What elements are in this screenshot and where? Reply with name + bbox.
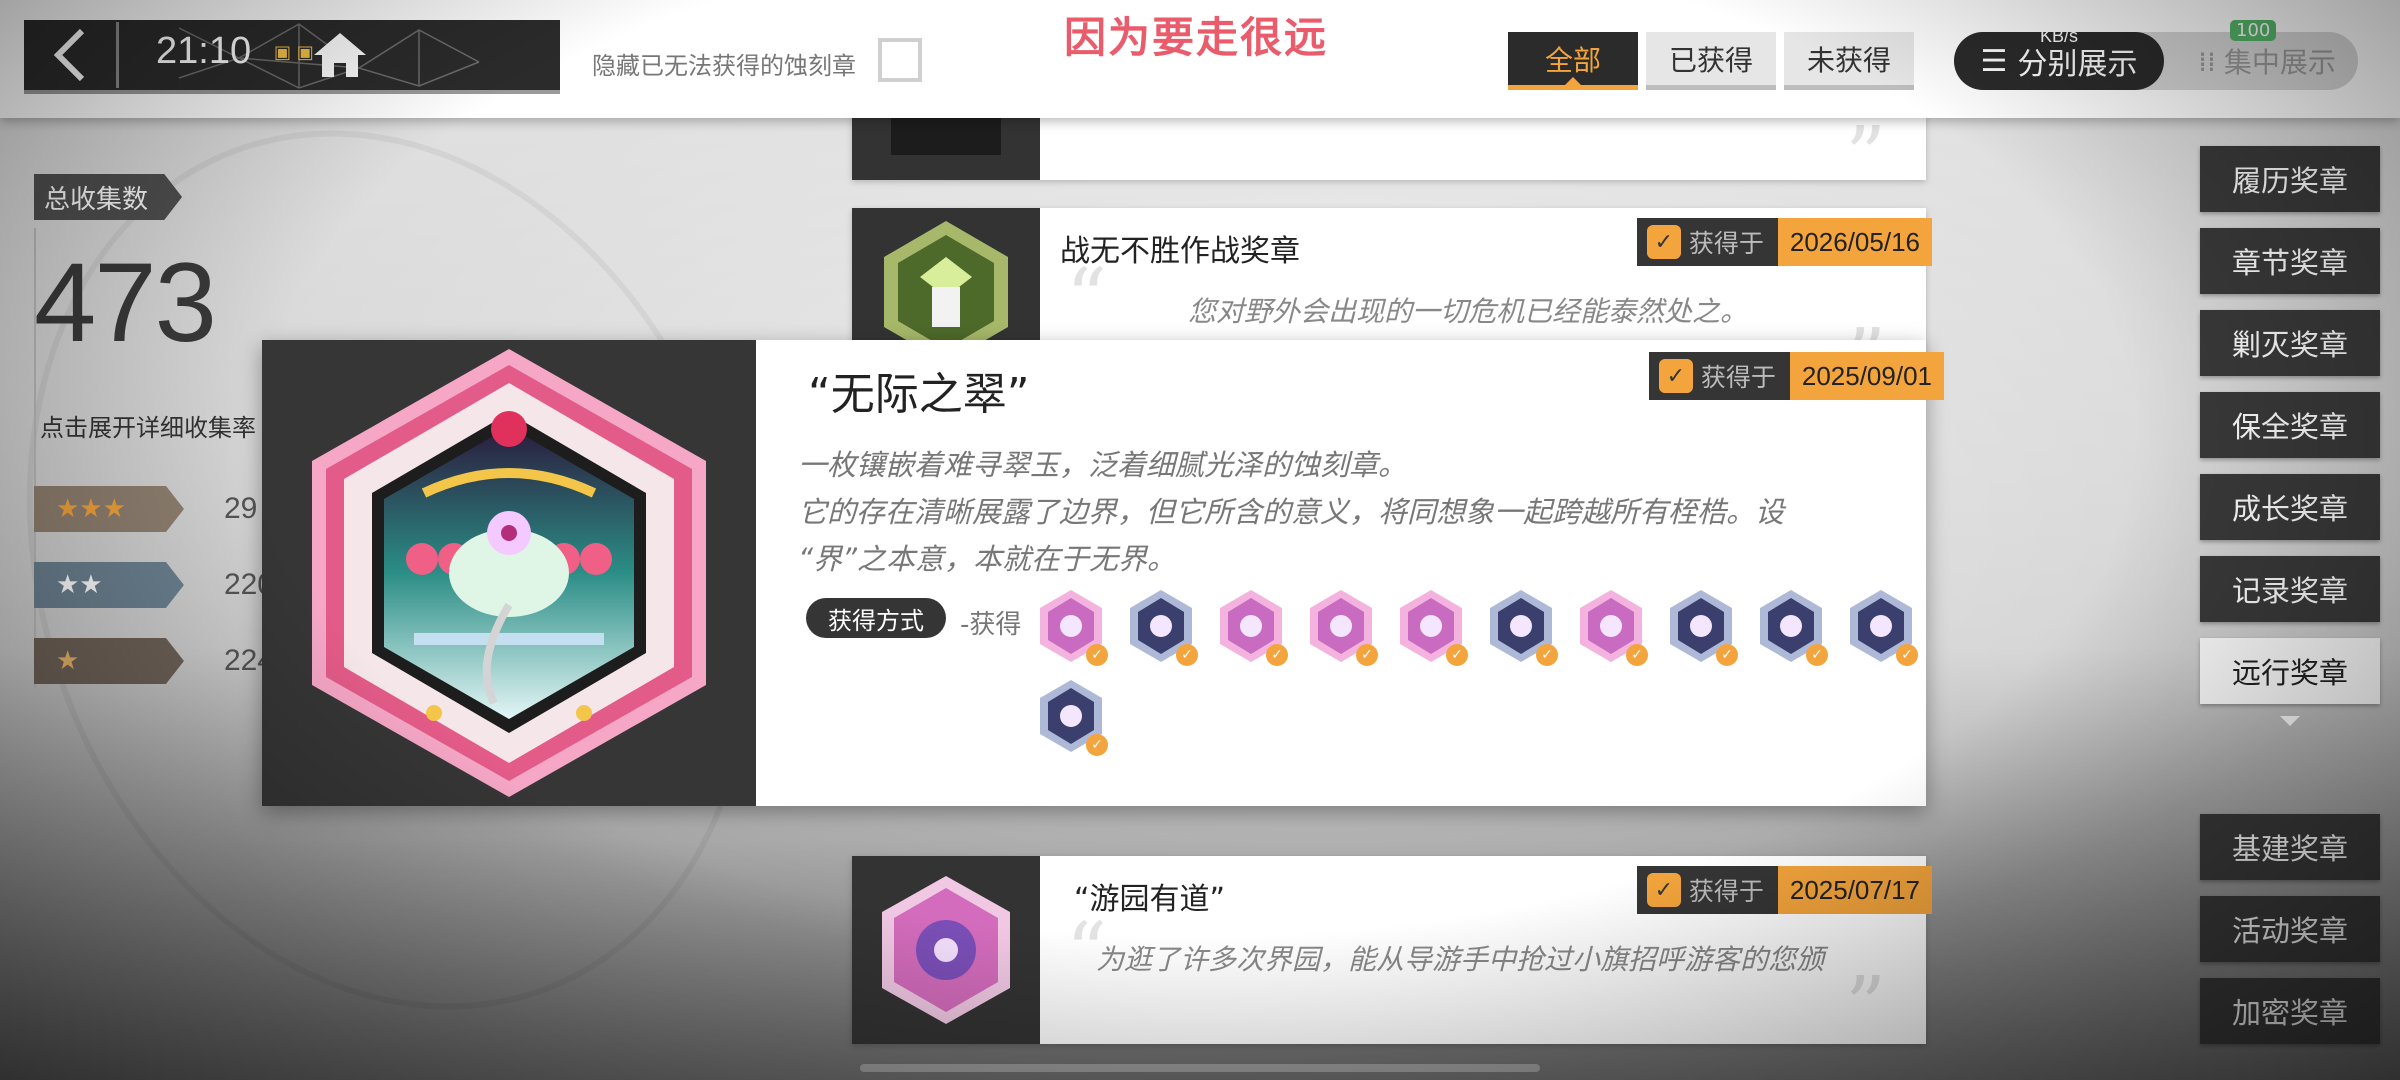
- check-icon: ✓: [1646, 873, 1681, 907]
- related-badge-icon[interactable]: ✓: [1308, 588, 1378, 666]
- star-3-count: 29: [224, 492, 258, 525]
- top-bar: 21:10 ▣ ▣ 隐藏已无法获得的蚀刻章 因为要走很远 全部 已获得 未获得 …: [0, 0, 2400, 118]
- quote-open-icon: “: [1066, 251, 1107, 344]
- acquired-date-tag: ✓ 获得于 2025/07/17: [1636, 866, 1932, 914]
- description-line: “界”之本意，本就在于无界。: [798, 542, 1177, 576]
- back-button[interactable]: [24, 18, 116, 92]
- hide-unobtainable-label: 隐藏已无法获得的蚀刻章: [592, 52, 856, 80]
- obtained-check-icon: ✓: [1626, 644, 1648, 666]
- sidebar-item-5[interactable]: 记录奖章: [2200, 556, 2380, 622]
- related-badge-icon[interactable]: ✓: [1218, 588, 1288, 666]
- medal-icon-column: [852, 856, 1040, 1044]
- star-2-row: ★★ 220: [34, 562, 274, 608]
- nav-cluster: 21:10 ▣ ▣: [24, 20, 560, 94]
- obtained-check-icon: ✓: [1896, 644, 1918, 666]
- quote-close-icon: ”: [1845, 959, 1886, 1052]
- active-indicator-icon: [2280, 716, 2300, 736]
- sidebar-item-3[interactable]: 保全奖章: [2200, 392, 2380, 458]
- star-1-row: ★ 224: [34, 638, 274, 684]
- quote-close-icon: ”: [1845, 109, 1886, 202]
- view-mode-toggle: ☰ 分别展示 ⁞⁞ 集中展示: [1954, 32, 2358, 90]
- medal-icon: [882, 876, 1010, 1024]
- status-app-icons: ▣ ▣: [274, 42, 314, 63]
- sidebar-item-8[interactable]: 活动奖章: [2200, 896, 2380, 962]
- medal-detail-description: 一枚镶嵌着难寻翠玉，泛着细腻光泽的蚀刻章。 它的存在清晰展露了边界，但它所含的意…: [798, 442, 1878, 583]
- obtained-check-icon: ✓: [1716, 644, 1738, 666]
- acquired-date: 2025/09/01: [1789, 352, 1944, 400]
- medal-card-partial[interactable]: ”: [852, 110, 1926, 196]
- filter-all-tab[interactable]: 全部: [1508, 32, 1638, 90]
- battery-level: 100: [2230, 20, 2277, 41]
- check-icon: ✓: [1646, 225, 1681, 259]
- acquired-label: 获得于: [1688, 229, 1764, 258]
- back-arrow-icon: [53, 28, 85, 82]
- obtained-check-icon: ✓: [1176, 644, 1198, 666]
- network-speed: KB/s: [2040, 26, 2079, 46]
- filter-tabs: 全部 已获得 未获得: [1508, 32, 1914, 90]
- related-badge-icon[interactable]: ✓: [1758, 588, 1828, 666]
- acquired-label: 获得于: [1700, 363, 1776, 392]
- related-badge-icon[interactable]: ✓: [1578, 588, 1648, 666]
- sidebar-item-4[interactable]: 成长奖章: [2200, 474, 2380, 540]
- horizontal-scrollbar[interactable]: [860, 1064, 1540, 1072]
- related-badge-icon[interactable]: ✓: [1038, 588, 1108, 666]
- hide-unobtainable-checkbox[interactable]: [878, 38, 922, 82]
- star-3-icon: ★★★: [34, 486, 184, 532]
- acquire-method-text: -获得: [960, 610, 1022, 640]
- grid-icon: ⁞⁞: [2198, 44, 2216, 78]
- star-3-row: ★★★ 29: [34, 486, 274, 532]
- check-icon: ✓: [1658, 359, 1693, 393]
- obtained-check-icon: ✓: [1806, 644, 1828, 666]
- obtained-check-icon: ✓: [1086, 734, 1108, 756]
- star-1-icon: ★: [34, 638, 184, 684]
- medal-quote: 您对野外会出现的一切危机已经能泰然处之。: [1188, 295, 1749, 328]
- obtained-check-icon: ✓: [1086, 644, 1108, 666]
- expand-collection-link[interactable]: 点击展开详细收集率: [40, 408, 256, 443]
- filter-unobtained-tab[interactable]: 未获得: [1784, 32, 1914, 90]
- obtained-check-icon: ✓: [1356, 644, 1378, 666]
- medal-detail-art: [262, 340, 756, 806]
- total-collection-count: 473: [34, 240, 217, 365]
- related-badge-icon[interactable]: ✓: [1668, 588, 1738, 666]
- related-badge-icon[interactable]: ✓: [1488, 588, 1558, 666]
- star-2-icon: ★★: [34, 562, 184, 608]
- sidebar-item-0[interactable]: 履历奖章: [2200, 146, 2380, 212]
- acquired-date-tag: ✓ 获得于 2025/09/01: [1648, 352, 1944, 400]
- acquired-date: 2026/05/16: [1777, 218, 1932, 266]
- related-badge-icon[interactable]: ✓: [1128, 588, 1198, 666]
- obtained-check-icon: ✓: [1536, 644, 1558, 666]
- acquired-date: 2025/07/17: [1777, 866, 1932, 914]
- description-line: 它的存在清晰展露了边界，但它所含的意义，将同想象一起跨越所有桎梏。设: [798, 495, 1785, 529]
- medal-quote: 为逛了许多次界园，能从导游手中抢过小旗招呼游客的您颁: [1096, 943, 1825, 976]
- sidebar-item-6[interactable]: 远行奖章: [2200, 638, 2380, 704]
- related-badge-icon[interactable]: ✓: [1398, 588, 1468, 666]
- medal-detail-title: “无际之翠”: [808, 369, 1030, 420]
- sidebar-item-2[interactable]: 剿灭奖章: [2200, 310, 2380, 376]
- related-badges-grid: ✓ ✓ ✓ ✓ ✓ ✓ ✓ ✓ ✓ ✓ ✓: [1038, 588, 1958, 756]
- description-line: 一枚镶嵌着难寻翠玉，泛着细腻光泽的蚀刻章。: [798, 448, 1408, 482]
- sidebar-item-1[interactable]: 章节奖章: [2200, 228, 2380, 294]
- total-collection-label: 总收集数: [34, 174, 183, 220]
- overlay-caption: 因为要走很远: [1064, 13, 1329, 62]
- medal-detail-panel: “无际之翠” ✓ 获得于 2025/09/01 一枚镶嵌着难寻翠玉，泛着细腻光泽的…: [262, 340, 1944, 806]
- combined-view-label: 集中展示: [2223, 46, 2336, 79]
- wuji-zhi-cui-medal-icon: [312, 349, 706, 797]
- home-icon: [313, 33, 366, 77]
- list-icon: ☰: [1980, 43, 2008, 79]
- acquired-label: 获得于: [1688, 877, 1764, 906]
- sidebar-item-9[interactable]: 加密奖章: [2200, 978, 2380, 1044]
- related-badge-icon[interactable]: ✓: [1038, 678, 1108, 756]
- related-badge-icon[interactable]: ✓: [1848, 588, 1918, 666]
- sidebar-item-7[interactable]: 基建奖章: [2200, 814, 2380, 880]
- filter-obtained-tab[interactable]: 已获得: [1646, 32, 1776, 90]
- obtained-check-icon: ✓: [1266, 644, 1288, 666]
- medal-card[interactable]: “游园有道” “ 为逛了许多次界园，能从导游手中抢过小旗招呼游客的您颁 ” ✓ 获…: [852, 856, 1932, 1052]
- acquire-method-button[interactable]: 获得方式: [806, 598, 946, 638]
- obtained-check-icon: ✓: [1446, 644, 1468, 666]
- acquired-date-tag: ✓ 获得于 2026/05/16: [1636, 218, 1932, 266]
- medal-icon-column: [852, 110, 1040, 180]
- status-time: 21:10: [156, 30, 252, 72]
